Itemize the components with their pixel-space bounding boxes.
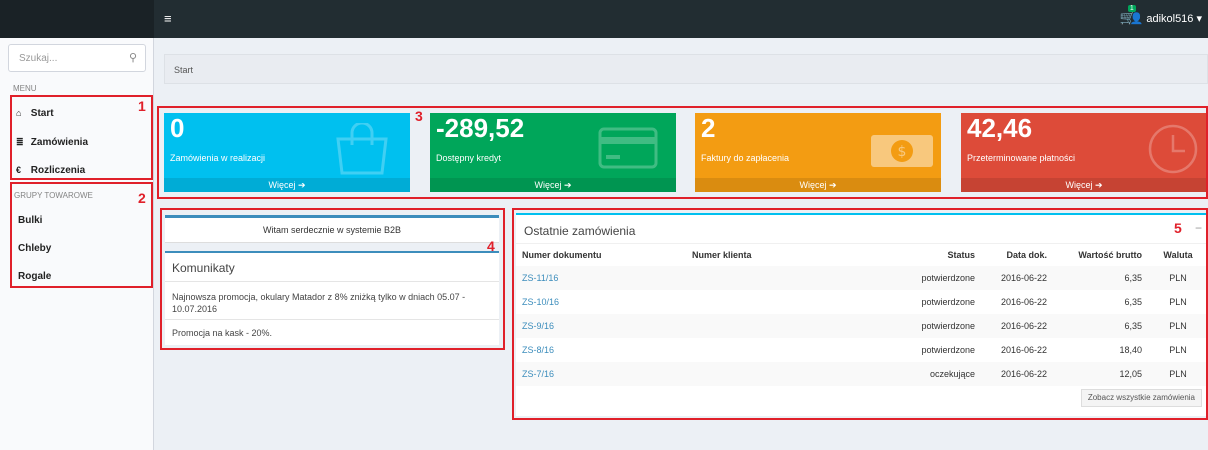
annotation-number: 5 bbox=[1174, 220, 1182, 236]
menu-header: MENU bbox=[13, 84, 37, 93]
search-icon[interactable]: ⚲ bbox=[129, 51, 137, 64]
cart-badge: 1 bbox=[1127, 5, 1136, 12]
annotation-number: 1 bbox=[138, 98, 146, 114]
logo-area bbox=[0, 0, 154, 38]
annotation-box-1 bbox=[10, 95, 153, 180]
annotation-box-2 bbox=[10, 182, 153, 288]
search-input[interactable]: Szukaj... ⚲ bbox=[8, 44, 146, 72]
annotation-number: 4 bbox=[487, 238, 495, 254]
annotation-box-5 bbox=[512, 208, 1208, 420]
annotation-box-3 bbox=[157, 106, 1208, 199]
breadcrumb: Start bbox=[164, 54, 1208, 84]
top-navbar: ≡ 🛒 1 👤 adikol516 ▾ bbox=[0, 0, 1208, 38]
bars-icon[interactable]: ≡ bbox=[164, 11, 172, 26]
user-icon: 👤 bbox=[1129, 13, 1144, 25]
user-name: adikol516 ▾ bbox=[1146, 13, 1202, 25]
breadcrumb-start[interactable]: Start bbox=[174, 65, 193, 75]
annotation-number: 3 bbox=[415, 108, 423, 124]
annotation-number: 2 bbox=[138, 190, 146, 206]
search-placeholder: Szukaj... bbox=[19, 53, 58, 64]
annotation-box-4 bbox=[160, 208, 505, 350]
user-menu[interactable]: 👤 adikol516 ▾ bbox=[1130, 12, 1202, 25]
